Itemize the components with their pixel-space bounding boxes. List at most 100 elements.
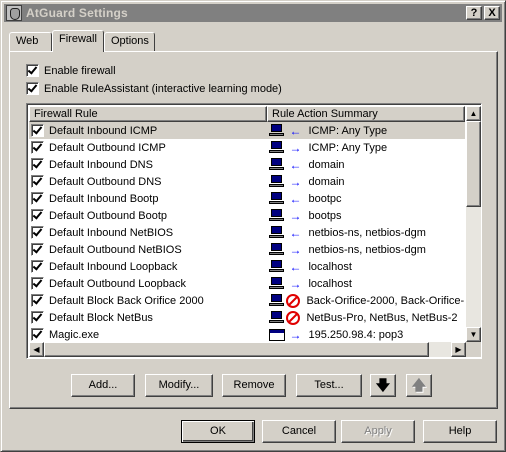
scroll-up-arrow-icon[interactable]: ▲ — [466, 106, 481, 121]
computer-icon — [269, 209, 285, 222]
rule-enabled-checkbox[interactable] — [31, 226, 44, 239]
rule-summary-text: ICMP: Any Type — [308, 124, 388, 137]
rule-name: Default Inbound NetBIOS — [49, 226, 174, 239]
horizontal-scrollbar[interactable]: ◀ ▶ — [29, 342, 466, 357]
enable-firewall-option[interactable]: Enable firewall — [26, 64, 116, 77]
rule-name: Default Outbound Bootp — [49, 209, 168, 222]
rule-action-summary: → 195.250.98.4: pop3 — [267, 328, 465, 342]
rule-enabled-checkbox[interactable] — [31, 158, 44, 171]
rule-action-summary: ← netbios-ns, netbios-dgm — [267, 226, 465, 240]
add-rule-button[interactable]: Add... — [71, 374, 135, 397]
firewall-rules-list[interactable]: Firewall Rule Rule Action Summary Defaul… — [26, 103, 482, 359]
rule-enabled-checkbox[interactable] — [31, 328, 44, 341]
enable-ruleassistant-option[interactable]: Enable RuleAssistant (interactive learni… — [26, 82, 282, 95]
rule-enabled-checkbox[interactable] — [31, 311, 44, 324]
rule-action-summary: → ICMP: Any Type — [267, 141, 465, 155]
rule-summary-text: NetBus-Pro, NetBus, NetBus-2 — [306, 311, 458, 324]
rule-summary-text: ICMP: Any Type — [308, 141, 388, 154]
apply-button[interactable]: Apply — [341, 420, 415, 443]
computer-icon — [269, 158, 285, 171]
rule-row[interactable]: Default Inbound Loopback ← localhost — [29, 258, 465, 275]
tab-firewall[interactable]: Firewall — [52, 30, 104, 52]
remove-rule-button[interactable]: Remove — [222, 374, 286, 397]
tab-options[interactable]: Options — [104, 32, 155, 51]
rule-action-summary: NetBus-Pro, NetBus, NetBus-2 — [267, 310, 465, 325]
help-button[interactable]: Help — [423, 420, 497, 443]
rule-row[interactable]: Default Outbound DNS → domain — [29, 173, 465, 190]
rule-name: Default Outbound DNS — [49, 175, 162, 188]
scroll-down-arrow-icon[interactable]: ▼ — [466, 327, 481, 342]
rule-action-summary: ← localhost — [267, 260, 465, 274]
rule-row[interactable]: Default Outbound Bootp → bootps — [29, 207, 465, 224]
horizontal-scroll-thumb[interactable] — [44, 342, 429, 357]
rule-action-summary: ← bootpc — [267, 192, 465, 206]
rule-summary-text: domain — [308, 158, 345, 171]
rule-enabled-checkbox[interactable] — [31, 175, 44, 188]
rule-action-summary: ← ICMP: Any Type — [267, 124, 465, 138]
rule-name: Default Outbound ICMP — [49, 141, 166, 154]
outbound-arrow-icon: → — [289, 242, 302, 257]
rule-row[interactable]: Default Outbound ICMP → ICMP: Any Type — [29, 139, 465, 156]
title-bar[interactable]: AtGuard Settings ? X — [4, 4, 502, 22]
computer-icon — [269, 277, 285, 290]
rule-action-summary: Back-Orifice-2000, Back-Orifice-... — [267, 293, 465, 308]
computer-icon — [269, 226, 285, 239]
rule-summary-text: localhost — [308, 260, 352, 273]
computer-icon — [269, 311, 285, 324]
tab-web[interactable]: Web — [9, 32, 52, 51]
scroll-left-arrow-icon[interactable]: ◀ — [29, 342, 44, 357]
move-down-arrow-icon[interactable]: 🡇 — [370, 374, 396, 397]
rule-row[interactable]: Default Block NetBus NetBus-Pro, NetBus, … — [29, 309, 465, 326]
titlebar-help-button[interactable]: ? — [466, 6, 482, 20]
enable-firewall-checkbox[interactable] — [26, 64, 39, 77]
cancel-button[interactable]: Cancel — [262, 420, 336, 443]
ok-button[interactable]: OK — [181, 420, 255, 443]
rule-row[interactable]: Default Outbound NetBIOS → netbios-ns, net… — [29, 241, 465, 258]
rule-enabled-checkbox[interactable] — [31, 124, 44, 137]
computer-icon — [269, 294, 285, 307]
rule-action-summary: ← domain — [267, 158, 465, 172]
rule-enabled-checkbox[interactable] — [31, 192, 44, 205]
rule-row[interactable]: Default Block Back Orifice 2000 Back-Orif… — [29, 292, 465, 309]
rule-enabled-checkbox[interactable] — [31, 243, 44, 256]
inbound-arrow-icon: ← — [289, 123, 302, 138]
settings-window: AtGuard Settings ? X Web Firewall Option… — [0, 0, 506, 452]
vertical-scrollbar[interactable]: ▲ ▼ — [466, 106, 481, 342]
titlebar-close-button[interactable]: X — [484, 6, 500, 20]
test-rule-button[interactable]: Test... — [296, 374, 362, 397]
rule-summary-text: 195.250.98.4: pop3 — [308, 328, 404, 341]
rule-enabled-checkbox[interactable] — [31, 277, 44, 290]
rule-name: Default Block NetBus — [49, 311, 153, 324]
list-header: Firewall Rule Rule Action Summary — [29, 106, 465, 122]
rule-summary-text: bootps — [308, 209, 342, 222]
vertical-scroll-thumb[interactable] — [466, 121, 481, 207]
move-up-arrow-icon[interactable]: 🡅 — [406, 374, 432, 397]
modify-rule-button[interactable]: Modify... — [145, 374, 213, 397]
rule-summary-text: Back-Orifice-2000, Back-Orifice-... — [306, 294, 465, 307]
rule-row[interactable]: Default Inbound Bootp ← bootpc — [29, 190, 465, 207]
outbound-arrow-icon: → — [289, 327, 302, 342]
rule-enabled-checkbox[interactable] — [31, 260, 44, 273]
scroll-right-arrow-icon[interactable]: ▶ — [451, 342, 466, 357]
block-icon — [286, 310, 301, 325]
rule-summary-text: localhost — [308, 277, 352, 290]
window-title: AtGuard Settings — [26, 6, 128, 20]
rule-row[interactable]: Default Inbound DNS ← domain — [29, 156, 465, 173]
rule-name: Default Inbound Bootp — [49, 192, 159, 205]
outbound-arrow-icon: → — [289, 140, 302, 155]
column-header-rule-action-summary[interactable]: Rule Action Summary — [267, 106, 465, 122]
application-icon — [269, 328, 286, 341]
rule-action-summary: → netbios-ns, netbios-dgm — [267, 243, 465, 257]
outbound-arrow-icon: → — [289, 208, 302, 223]
enable-ruleassistant-checkbox[interactable] — [26, 82, 39, 95]
rule-row[interactable]: Default Inbound NetBIOS ← netbios-ns, netb… — [29, 224, 465, 241]
rule-row[interactable]: Magic.exe → 195.250.98.4: pop3 — [29, 326, 465, 343]
rule-row[interactable]: Default Outbound Loopback → localhost — [29, 275, 465, 292]
computer-icon — [269, 243, 285, 256]
rule-enabled-checkbox[interactable] — [31, 141, 44, 154]
column-header-firewall-rule[interactable]: Firewall Rule — [29, 106, 267, 122]
rule-summary-text: netbios-ns, netbios-dgm — [308, 226, 426, 239]
rule-enabled-checkbox[interactable] — [31, 209, 44, 222]
rule-row[interactable]: Default Inbound ICMP ← ICMP: Any Type — [29, 122, 465, 139]
rule-enabled-checkbox[interactable] — [31, 294, 44, 307]
